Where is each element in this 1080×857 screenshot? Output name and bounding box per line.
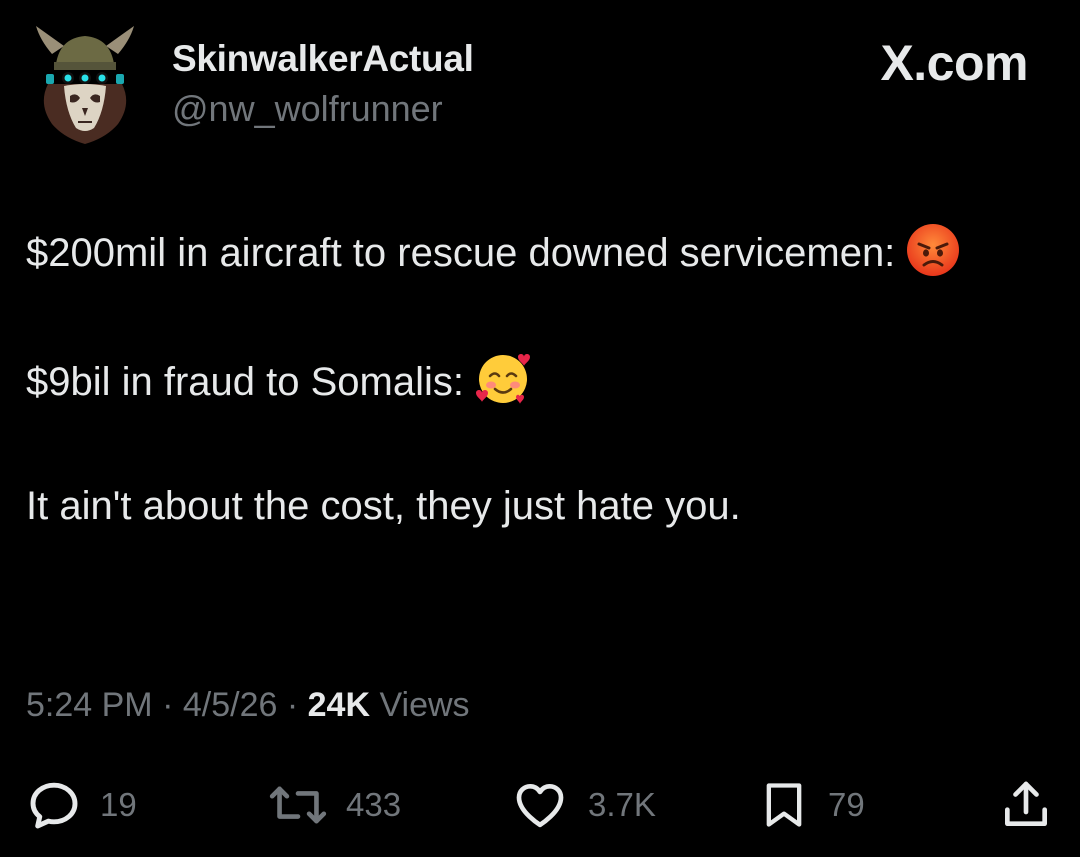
tweet-paragraph: It ain't about the cost, they just hate … bbox=[26, 478, 1026, 534]
views-count: 24K bbox=[307, 686, 370, 724]
tweet-time[interactable]: 5:24 PM bbox=[26, 686, 153, 724]
heart-icon bbox=[510, 777, 570, 833]
reply-icon bbox=[26, 777, 82, 833]
meta-separator: · bbox=[162, 686, 174, 724]
user-handle[interactable]: @nw_wolfrunner bbox=[172, 88, 443, 130]
repost-button[interactable]: 433 bbox=[268, 770, 401, 840]
reply-count: 19 bbox=[100, 786, 137, 823]
tweet-paragraph: $200mil in aircraft to rescue downed ser… bbox=[26, 222, 1026, 293]
brand-watermark: X.com bbox=[880, 35, 1028, 91]
tweet-paragraph: $9bil in fraud to Somalis: bbox=[26, 349, 1026, 422]
tweet-paragraph-text: $200mil in aircraft to rescue downed ser… bbox=[26, 231, 896, 275]
like-count: 3.7K bbox=[588, 786, 656, 823]
avatar[interactable] bbox=[34, 24, 136, 146]
like-button[interactable]: 3.7K bbox=[510, 770, 656, 840]
tweet-meta: 5:24 PM · 4/5/26 · 24K Views bbox=[26, 686, 470, 725]
share-button[interactable] bbox=[998, 770, 1054, 840]
repost-count: 433 bbox=[346, 786, 402, 823]
reply-button[interactable]: 19 bbox=[26, 770, 137, 840]
display-name[interactable]: SkinwalkerActual bbox=[172, 38, 474, 80]
meta-separator: · bbox=[286, 686, 299, 724]
angry-face-emoji bbox=[905, 222, 961, 293]
bookmark-icon bbox=[758, 777, 810, 833]
share-icon bbox=[998, 777, 1054, 833]
repost-icon bbox=[268, 777, 328, 833]
action-bar: 19 433 3.7K 79 bbox=[0, 770, 1080, 840]
horned-skull-helmet-icon bbox=[36, 26, 134, 144]
bookmark-button[interactable]: 79 bbox=[758, 770, 865, 840]
tweet-paragraph-text: It ain't about the cost, they just hate … bbox=[26, 484, 741, 528]
tweet-text: $200mil in aircraft to rescue downed ser… bbox=[26, 222, 1026, 534]
tweet-date[interactable]: 4/5/26 bbox=[183, 686, 278, 724]
smiling-face-with-hearts-emoji bbox=[474, 349, 532, 422]
views-label: Views bbox=[379, 686, 470, 724]
tweet-paragraph-text: $9bil in fraud to Somalis: bbox=[26, 360, 465, 404]
bookmark-count: 79 bbox=[828, 786, 865, 823]
